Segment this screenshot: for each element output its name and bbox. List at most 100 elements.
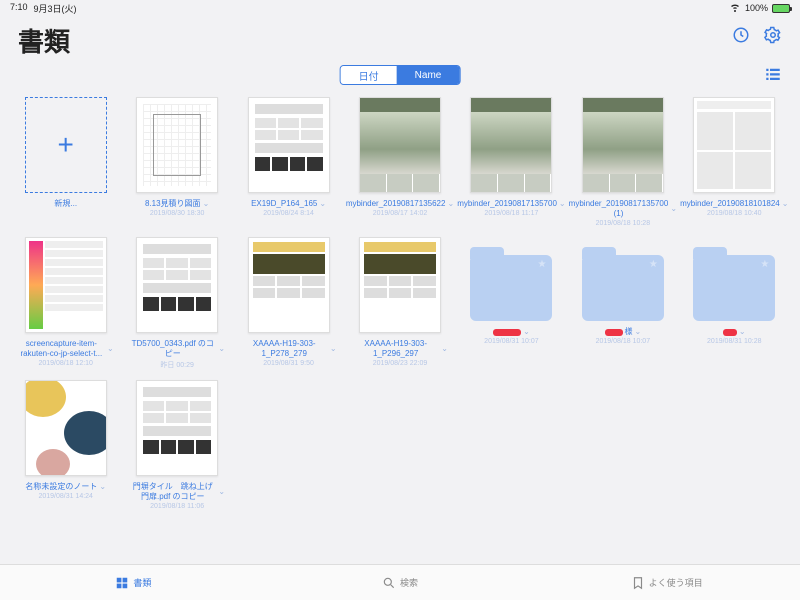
cell-label: 様 ⌄: [605, 327, 642, 337]
document-thumb[interactable]: [25, 237, 107, 333]
cell-label: 名称未設定のノート ⌄: [25, 482, 106, 492]
document-cell[interactable]: TD5700_0343.pdf のコピー ⌄昨日 00:29: [125, 237, 228, 370]
document-thumb[interactable]: [359, 97, 441, 193]
cell-label: XAAAA-H19-303-1_P296_297 ⌄: [352, 339, 448, 359]
document-thumb[interactable]: [248, 237, 330, 333]
document-cell[interactable]: screencapture-item-rakuten-co-jp-select-…: [14, 237, 117, 370]
document-cell[interactable]: 8.13見積り図面 ⌄2019/08/30 18:30: [125, 97, 228, 227]
chevron-down-icon: ⌄: [782, 199, 789, 209]
star-icon: ★: [649, 259, 658, 270]
cell-subtitle: 2019/08/18 10:07: [596, 338, 651, 345]
new-document[interactable]: +: [25, 97, 107, 193]
cell-subtitle: 2019/08/23 22:09: [373, 360, 428, 367]
document-thumb[interactable]: [359, 237, 441, 333]
document-cell[interactable]: mybinder_20190817135622 ⌄2019/08/17 14:0…: [348, 97, 451, 227]
cell-label: ⌄: [493, 327, 530, 337]
cell-subtitle: 2019/08/17 14:02: [373, 210, 428, 217]
chevron-down-icon: ⌄: [447, 199, 454, 209]
cell-subtitle: 2019/08/18 11:17: [484, 210, 538, 217]
sort-by-name[interactable]: Name: [397, 66, 460, 84]
document-cell[interactable]: ★ ⌄2019/08/31 10:07: [460, 237, 563, 370]
status-date: 9月3日(火): [34, 2, 77, 15]
cell-subtitle: 2019/08/18 10:28: [596, 220, 651, 227]
star-icon: ★: [537, 259, 546, 270]
document-thumb[interactable]: [582, 97, 664, 193]
star-icon: ★: [760, 259, 769, 270]
document-thumb[interactable]: [693, 97, 775, 193]
cell-label: mybinder_20190817135700 ⌄: [463, 199, 559, 209]
chevron-down-icon: ⌄: [441, 344, 448, 354]
status-bar: 7:10 9月3日(火) 100%: [0, 0, 800, 16]
cell-label: mybinder_20190817135700 (1) ⌄: [575, 199, 671, 219]
sort-by-date[interactable]: 日付: [341, 66, 397, 84]
chevron-down-icon: ⌄: [523, 327, 530, 337]
cell-subtitle: 2019/08/24 8:14: [263, 210, 314, 217]
document-cell[interactable]: XAAAA-H19-303-1_P296_297 ⌄2019/08/23 22:…: [348, 237, 451, 370]
document-cell[interactable]: ★ ⌄2019/08/31 10:28: [683, 237, 786, 370]
tab-search-label: 検索: [400, 576, 418, 589]
cell-label: XAAAA-H19-303-1_P278_279 ⌄: [241, 339, 337, 359]
sync-icon[interactable]: [732, 26, 750, 44]
document-grid: +新規...8.13見積り図面 ⌄2019/08/30 18:30EX19D_P…: [0, 97, 800, 510]
tab-search[interactable]: 検索: [267, 565, 534, 600]
list-view-icon[interactable]: [764, 65, 782, 83]
folder[interactable]: ★: [693, 255, 775, 321]
grid-icon: [115, 576, 129, 590]
chevron-down-icon: ⌄: [218, 487, 225, 497]
cell-label: TD5700_0343.pdf のコピー ⌄: [129, 339, 225, 359]
header: 書類: [0, 16, 800, 63]
bookmark-icon: [631, 576, 645, 590]
battery-icon: [772, 4, 790, 13]
document-cell[interactable]: mybinder_20190817135700 (1) ⌄2019/08/18 …: [571, 97, 674, 227]
chevron-down-icon: ⌄: [99, 482, 106, 492]
cell-label: screencapture-item-rakuten-co-jp-select-…: [18, 339, 114, 359]
document-cell[interactable]: 門塀タイル 跳ね上げ門扉.pdf のコピー ⌄2019/08/18 11:06: [125, 380, 228, 510]
tab-documents[interactable]: 書類: [0, 565, 267, 600]
sort-segmented: 日付 Name: [340, 65, 461, 85]
document-cell[interactable]: + 新規...: [14, 97, 117, 227]
document-thumb[interactable]: [470, 97, 552, 193]
folder[interactable]: ★: [582, 255, 664, 321]
folder[interactable]: ★: [470, 255, 552, 321]
chevron-down-icon: ⌄: [635, 327, 642, 337]
gear-icon[interactable]: [764, 26, 782, 44]
chevron-down-icon: ⌄: [739, 327, 746, 337]
document-thumb[interactable]: [25, 380, 107, 476]
cell-subtitle: 昨日 00:29: [160, 360, 193, 370]
document-thumb[interactable]: [248, 97, 330, 193]
cell-label: 8.13見積り図面 ⌄: [145, 199, 209, 209]
chevron-down-icon: ⌄: [319, 199, 326, 209]
plus-icon: +: [58, 129, 74, 161]
document-cell[interactable]: mybinder_20190817135700 ⌄2019/08/18 11:1…: [460, 97, 563, 227]
chevron-down-icon: ⌄: [218, 344, 225, 354]
tab-favorites[interactable]: よく使う項目: [533, 565, 800, 600]
cell-subtitle: 2019/08/31 10:07: [484, 338, 539, 345]
document-cell[interactable]: ★ 様 ⌄2019/08/18 10:07: [571, 237, 674, 370]
cell-subtitle: 2019/08/18 10:40: [707, 210, 762, 217]
search-icon: [382, 576, 396, 590]
chevron-down-icon: ⌄: [107, 344, 114, 354]
tab-favorites-label: よく使う項目: [649, 576, 703, 589]
document-cell[interactable]: mybinder_20190818101824 ⌄2019/08/18 10:4…: [683, 97, 786, 227]
chevron-down-icon: ⌄: [670, 204, 677, 214]
document-cell[interactable]: EX19D_P164_165 ⌄2019/08/24 8:14: [237, 97, 340, 227]
cell-label: 門塀タイル 跳ね上げ門扉.pdf のコピー ⌄: [129, 482, 225, 502]
document-thumb[interactable]: [136, 237, 218, 333]
cell-subtitle: 2019/08/31 9:50: [263, 360, 314, 367]
document-cell[interactable]: XAAAA-H19-303-1_P278_279 ⌄2019/08/31 9:5…: [237, 237, 340, 370]
cell-label: EX19D_P164_165 ⌄: [251, 199, 326, 209]
cell-subtitle: 2019/08/18 12:10: [38, 360, 93, 367]
document-cell[interactable]: 名称未設定のノート ⌄2019/08/31 14:24: [14, 380, 117, 510]
document-thumb[interactable]: [136, 380, 218, 476]
chevron-down-icon: ⌄: [203, 199, 210, 209]
cell-label: 新規...: [54, 199, 77, 209]
document-thumb[interactable]: [136, 97, 218, 193]
battery-percent: 100%: [745, 3, 768, 13]
cell-label: mybinder_20190818101824 ⌄: [686, 199, 782, 209]
cell-label: mybinder_20190817135622 ⌄: [352, 199, 448, 209]
wifi-icon: [729, 1, 741, 15]
cell-label: ⌄: [723, 327, 746, 337]
tab-bar: 書類 検索 よく使う項目: [0, 564, 800, 600]
cell-subtitle: 2019/08/18 11:06: [150, 503, 204, 510]
chevron-down-icon: ⌄: [330, 344, 337, 354]
